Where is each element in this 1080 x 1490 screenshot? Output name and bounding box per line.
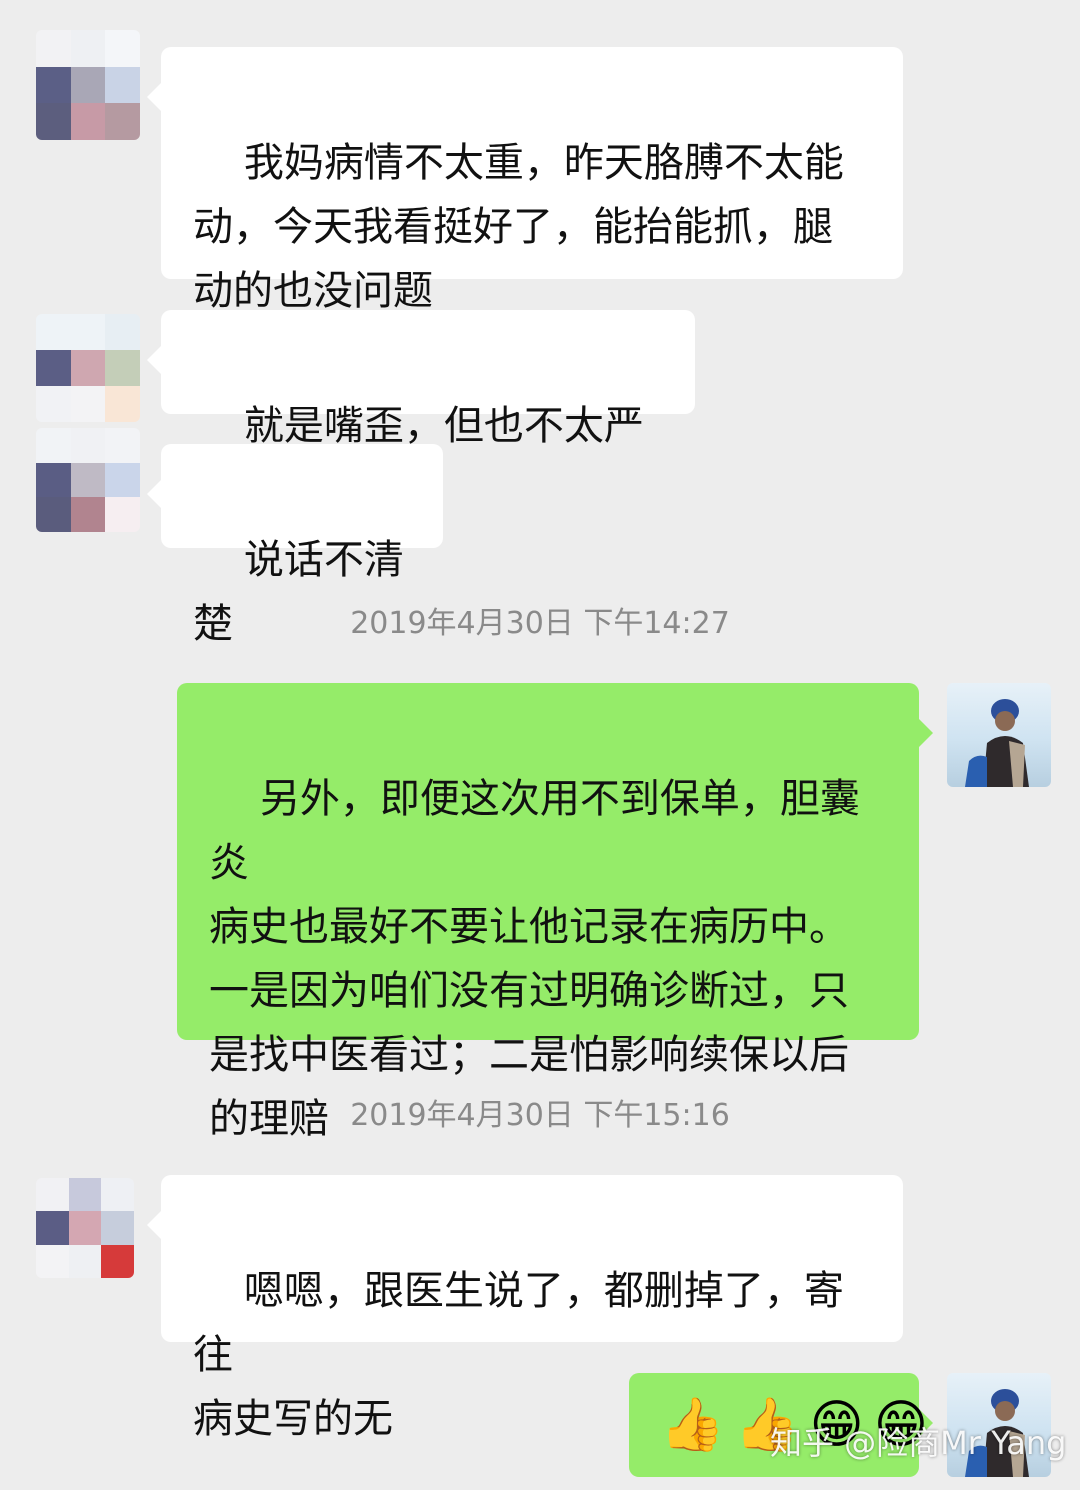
thumbs-up-icon: 👍 xyxy=(660,1395,725,1455)
message-bubble-incoming[interactable]: 我妈病情不太重，昨天胳膊不太能 动，今天我看挺好了，能抬能抓，腿 动的也没问题 xyxy=(147,47,903,314)
message-text: 我妈病情不太重，昨天胳膊不太能 动，今天我看挺好了，能抬能抓，腿 动的也没问题 xyxy=(193,140,844,314)
contact-avatar[interactable] xyxy=(36,428,140,532)
message-bubble-incoming[interactable]: 说话不清楚 xyxy=(147,444,443,647)
message-text: 另外，即便这次用不到保单，胆囊炎 病史也最好不要让他记录在病历中。 一是因为咱们… xyxy=(209,776,860,1142)
message-bubble-incoming[interactable]: 嗯嗯，跟医生说了，都删掉了，寄往 病史写的无 xyxy=(147,1175,903,1442)
self-avatar[interactable] xyxy=(947,683,1051,787)
contact-avatar[interactable] xyxy=(36,30,140,140)
message-bubble-outgoing[interactable]: 另外，即便这次用不到保单，胆囊炎 病史也最好不要让他记录在病历中。 一是因为咱们… xyxy=(177,683,933,1142)
contact-avatar[interactable] xyxy=(36,1178,134,1278)
contact-avatar[interactable] xyxy=(36,314,140,422)
chat-window: 我妈病情不太重，昨天胳膊不太能 动，今天我看挺好了，能抬能抓，腿 动的也没问题 … xyxy=(0,0,1080,1490)
message-timestamp: 2019年4月30日 下午15:16 xyxy=(350,1098,730,1133)
message-bubble-incoming[interactable]: 就是嘴歪，但也不太严重 xyxy=(147,310,695,513)
watermark: 知乎 @险商Mr Yang xyxy=(770,1424,1067,1462)
message-timestamp: 2019年4月30日 下午14:27 xyxy=(350,606,730,641)
person-photo-icon xyxy=(965,699,1029,787)
